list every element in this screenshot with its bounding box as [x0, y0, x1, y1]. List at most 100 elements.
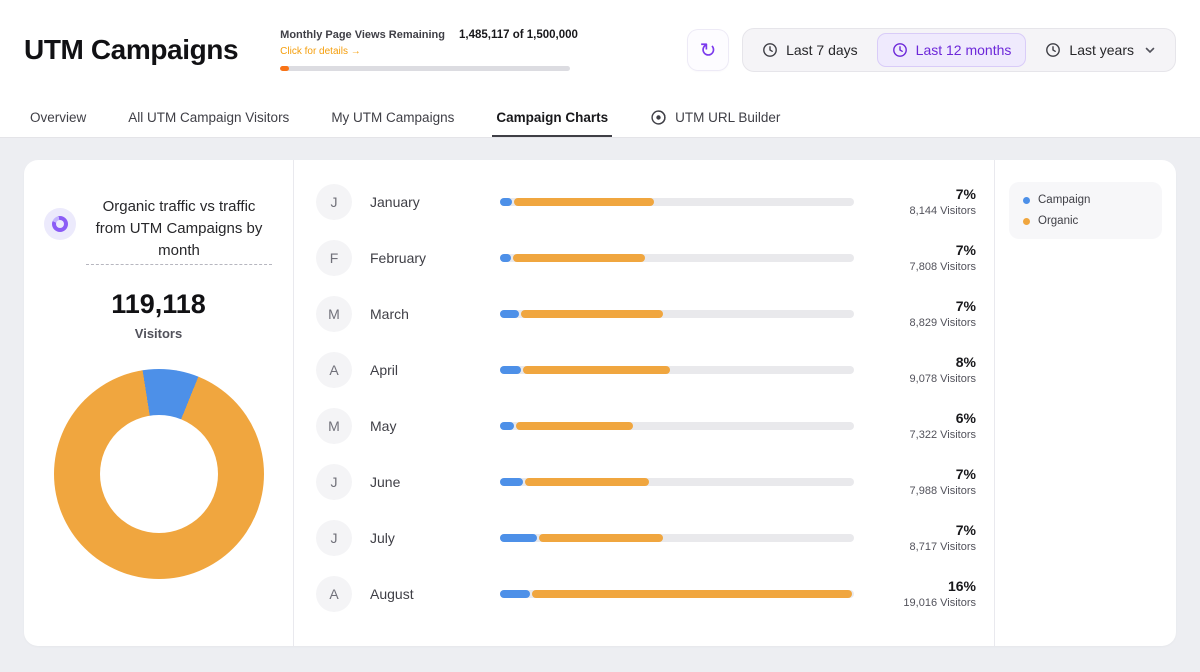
month-percent: 16% — [872, 576, 976, 596]
month-row: F February 7% 7,808 Visitors — [316, 230, 976, 286]
chart-card: Organic traffic vs traffic from UTM Camp… — [24, 160, 1176, 646]
legend-dot — [1023, 197, 1030, 204]
quota-progress-fill — [280, 66, 289, 71]
quota-details-link[interactable]: Click for details → — [280, 46, 361, 57]
month-visitors: 7,988 Visitors — [872, 484, 976, 500]
clock-icon — [1045, 42, 1061, 58]
month-row: J June 7% 7,988 Visitors — [316, 454, 976, 510]
month-row: A August 16% 19,016 Visitors — [316, 566, 976, 622]
bar-campaign-segment — [500, 198, 512, 206]
bar-campaign-segment — [500, 534, 537, 542]
tab[interactable]: Campaign Charts — [492, 100, 612, 137]
month-visitors: 8,144 Visitors — [872, 204, 976, 220]
total-visitors-value: 119,118 — [24, 289, 293, 320]
bar-track — [500, 590, 854, 598]
bar-track — [500, 310, 854, 318]
legend-label: Campaign — [1038, 194, 1090, 206]
bar-campaign-segment — [500, 478, 523, 486]
month-stats: 16% 19,016 Visitors — [872, 576, 976, 612]
legend-column: Campaign Organic — [994, 160, 1176, 646]
range-button[interactable]: Last 12 months — [877, 33, 1027, 67]
chevron-down-icon — [1144, 44, 1156, 56]
month-percent: 7% — [872, 520, 976, 540]
bar-campaign-segment — [500, 590, 530, 598]
bar-organic-segment — [516, 422, 633, 430]
month-badge: M — [316, 296, 352, 332]
month-badge: M — [316, 408, 352, 444]
refresh-icon: ↻ — [700, 38, 717, 63]
month-percent: 8% — [872, 352, 976, 372]
month-visitors: 8,829 Visitors — [872, 316, 976, 332]
tab-label: Overview — [30, 110, 86, 125]
utm-url-builder-icon — [650, 109, 667, 126]
month-percent: 7% — [872, 464, 976, 484]
month-row: A April 8% 9,078 Visitors — [316, 342, 976, 398]
pie-chart-icon — [44, 208, 76, 240]
month-visitors: 7,322 Visitors — [872, 428, 976, 444]
bar-organic-segment — [525, 478, 649, 486]
month-percent: 7% — [872, 296, 976, 316]
refresh-button[interactable]: ↻ — [688, 30, 728, 70]
month-row: M March 7% 8,829 Visitors — [316, 286, 976, 342]
page-title: UTM Campaigns — [24, 34, 238, 66]
month-badge: J — [316, 184, 352, 220]
range-button[interactable]: Last 7 days — [747, 33, 873, 67]
chart-title: Organic traffic vs traffic from UTM Camp… — [86, 196, 272, 265]
month-percent: 7% — [872, 240, 976, 260]
chart-legend: Campaign Organic — [1009, 182, 1162, 239]
total-visitors-label: Visitors — [24, 326, 293, 341]
tab[interactable]: UTM URL Builder — [646, 100, 784, 137]
tab[interactable]: All UTM Campaign Visitors — [124, 100, 293, 137]
month-percent: 6% — [872, 408, 976, 428]
legend-label: Organic — [1038, 215, 1078, 227]
month-visitors: 9,078 Visitors — [872, 372, 976, 388]
month-row: J July 7% 8,717 Visitors — [316, 510, 976, 566]
month-label: August — [370, 586, 482, 602]
month-label: April — [370, 362, 482, 378]
range-label: Last 12 months — [916, 42, 1012, 58]
tab[interactable]: Overview — [26, 100, 90, 137]
bar-track — [500, 198, 854, 206]
bar-track — [500, 366, 854, 374]
month-percent: 7% — [872, 184, 976, 204]
bar-organic-segment — [521, 310, 663, 318]
month-label: May — [370, 418, 482, 434]
legend-item: Campaign — [1023, 194, 1148, 206]
month-stats: 7% 8,829 Visitors — [872, 296, 976, 332]
summary-column: Organic traffic vs traffic from UTM Camp… — [24, 160, 294, 646]
bar-campaign-segment — [500, 422, 514, 430]
quota-label: Monthly Page Views Remaining — [280, 29, 445, 41]
month-label: January — [370, 194, 482, 210]
bar-organic-segment — [514, 198, 654, 206]
bar-track — [500, 254, 854, 262]
month-badge: J — [316, 464, 352, 500]
month-badge: F — [316, 240, 352, 276]
month-badge: A — [316, 352, 352, 388]
month-stats: 7% 7,808 Visitors — [872, 240, 976, 276]
page-views-quota: Monthly Page Views Remaining 1,485,117 o… — [280, 29, 580, 71]
month-visitors: 7,808 Visitors — [872, 260, 976, 276]
range-label: Last years — [1069, 42, 1134, 58]
bar-track — [500, 478, 854, 486]
range-group: Last 7 days Last 12 months Last years — [742, 28, 1176, 72]
tab-bar: Overview All UTM Campaign Visitors My UT… — [0, 100, 1200, 138]
month-visitors: 8,717 Visitors — [872, 540, 976, 556]
bar-track — [500, 422, 854, 430]
tab-label: UTM URL Builder — [675, 110, 780, 125]
month-stats: 8% 9,078 Visitors — [872, 352, 976, 388]
month-label: February — [370, 250, 482, 266]
quota-value: 1,485,117 of 1,500,000 — [459, 29, 578, 41]
tab-label: Campaign Charts — [496, 110, 608, 125]
range-label: Last 7 days — [786, 42, 858, 58]
bar-organic-segment — [523, 366, 670, 374]
header: UTM Campaigns Monthly Page Views Remaini… — [0, 0, 1200, 100]
month-stats: 7% 8,717 Visitors — [872, 520, 976, 556]
month-label: March — [370, 306, 482, 322]
bar-organic-segment — [539, 534, 663, 542]
bar-organic-segment — [532, 590, 852, 598]
month-stats: 7% 7,988 Visitors — [872, 464, 976, 500]
clock-icon — [762, 42, 778, 58]
tab[interactable]: My UTM Campaigns — [327, 100, 458, 137]
month-stats: 6% 7,322 Visitors — [872, 408, 976, 444]
range-button[interactable]: Last years — [1030, 33, 1171, 67]
